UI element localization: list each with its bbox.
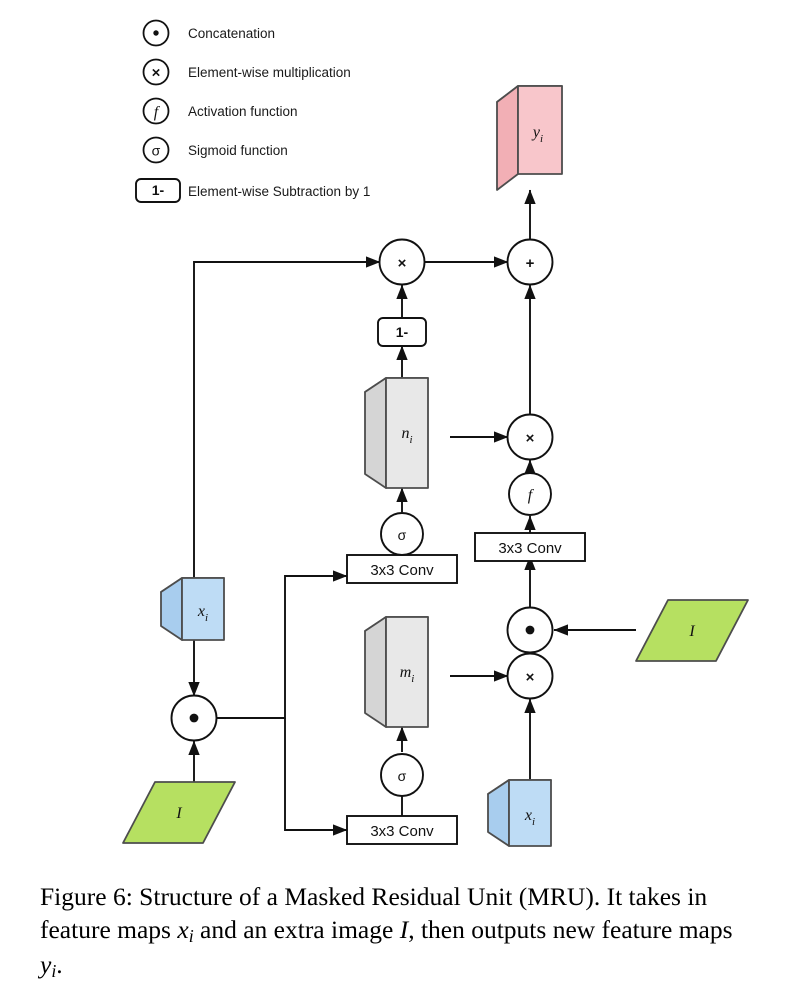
caption-line2-c: , then outputs: [408, 915, 547, 945]
output-block-side-face: [496, 85, 519, 191]
legend: Concatenation × Element-wise multiplicat…: [135, 19, 370, 203]
image-left-label: I: [175, 805, 182, 822]
legend-item-sigmoid: σ Sigmoid function: [142, 136, 288, 164]
conv-n-label: 3x3 Conv: [370, 562, 434, 579]
image-input-right: I: [635, 599, 749, 662]
edge-concat-left-to-conv-n: [216, 570, 348, 719]
conv-block-m: 3x3 Conv: [346, 815, 458, 845]
operator-mul-top: ×: [378, 238, 426, 286]
subtract-one-label: 1-: [396, 324, 409, 340]
input-right-side-face: [487, 779, 510, 847]
legend-item-activation: f Activation function: [142, 97, 298, 125]
conv-m-label: 3x3 Conv: [370, 823, 434, 840]
tensor-gate-n: ni: [364, 377, 429, 489]
caption-prefix: Figure 6:: [40, 882, 133, 911]
caption-line3-a: new feature maps: [552, 915, 733, 945]
subtract-one-node: 1-: [377, 317, 427, 347]
legend-symbol-sigmoid: σ: [152, 143, 161, 159]
gate-block-side-face: [364, 377, 387, 489]
legend-item-multiplication: × Element-wise multiplication: [142, 58, 351, 86]
legend-label-subtraction: Element-wise Subtraction by 1: [188, 184, 370, 199]
mul-bottom-label: ×: [526, 669, 535, 686]
caption-line1: Structure of a Masked Residual Unit (MRU…: [139, 882, 623, 911]
caption-var-y: yi: [40, 950, 57, 982]
operator-sigmoid-upper: σ: [380, 512, 424, 556]
mask-block-side-face: [364, 616, 387, 728]
conv-block-residual: 3x3 Conv: [474, 532, 586, 562]
tensor-input-x-left: xi: [160, 577, 225, 641]
operator-sigmoid-lower: σ: [380, 753, 424, 797]
operator-mul-bottom: ×: [506, 652, 554, 700]
diagram-edges: [188, 189, 636, 836]
mul-top-label: ×: [398, 255, 407, 272]
image-right-label: I: [688, 623, 695, 640]
tensor-output-y: yi: [496, 85, 563, 191]
legend-label-sigmoid: Sigmoid function: [188, 143, 288, 158]
image-input-left: I: [122, 781, 236, 844]
legend-label-activation: Activation function: [188, 104, 298, 119]
legend-symbol-subtraction: 1-: [152, 182, 165, 198]
operator-concat-right: [506, 606, 554, 654]
input-left-side-face: [160, 577, 183, 641]
concat-left-dot-icon: [189, 713, 199, 723]
caption-line2-b: and an extra image: [200, 915, 394, 945]
legend-item-concatenation: Concatenation: [142, 19, 275, 47]
legend-label-multiplication: Element-wise multiplication: [188, 65, 351, 80]
legend-label-concatenation: Concatenation: [188, 26, 275, 41]
add-top-label: +: [526, 255, 535, 272]
operator-activation: f: [508, 472, 552, 516]
legend-symbol-multiplication: ×: [152, 65, 161, 82]
tensor-mask-m: mi: [364, 616, 429, 728]
figure-caption: Figure 6: Structure of a Masked Residual…: [40, 880, 756, 983]
operator-concat-left: [170, 694, 218, 742]
sigmoid-lower-label: σ: [398, 768, 407, 784]
edge-skip-connection: [193, 256, 381, 578]
figure-root: Concatenation × Element-wise multiplicat…: [0, 0, 788, 1000]
mru-architecture-diagram: Concatenation × Element-wise multiplicat…: [122, 19, 749, 847]
operator-add-top: +: [506, 238, 554, 286]
mul-right-label: ×: [526, 430, 535, 447]
conv-residual-label: 3x3 Conv: [498, 540, 562, 557]
concat-right-dot-icon: [525, 625, 535, 635]
sigmoid-upper-label: σ: [398, 527, 407, 543]
conv-block-n: 3x3 Conv: [346, 554, 458, 584]
operator-mul-right: ×: [506, 413, 554, 461]
edge-concat-left-to-conv-m: [284, 718, 348, 836]
caption-line3-b: .: [56, 950, 63, 980]
caption-var-I: I: [399, 915, 409, 945]
tensor-input-x-right: xi: [487, 779, 552, 847]
caption-var-x: xi: [177, 915, 194, 947]
concatenation-dot-icon: [153, 30, 159, 36]
legend-item-subtraction: 1- Element-wise Subtraction by 1: [135, 178, 370, 203]
